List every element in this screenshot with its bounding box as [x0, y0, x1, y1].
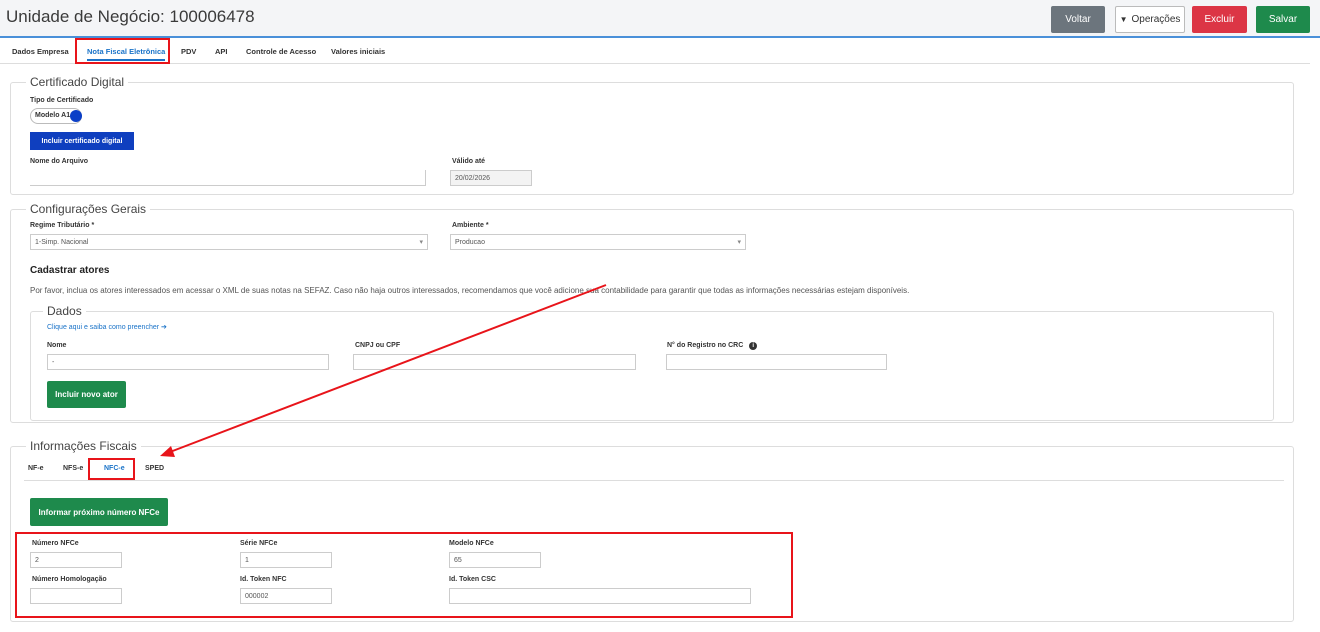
page-title: Unidade de Negócio: 100006478	[6, 7, 255, 26]
help-link[interactable]: Clique aqui e saiba como preencher ➔	[47, 323, 167, 331]
main-tabs: Dados Empresa Nota Fiscal Eletrônica PDV…	[0, 40, 1310, 64]
tab-api[interactable]: API	[215, 47, 228, 56]
incluir-certificado-button[interactable]: Incluir certificado digital	[30, 132, 134, 150]
salvar-button[interactable]: Salvar	[1256, 6, 1310, 33]
regime-label: Regime Tributário *	[30, 222, 95, 229]
tab-valores-iniciais[interactable]: Valores iniciais	[331, 47, 385, 56]
chevron-down-icon: ▾	[737, 239, 741, 246]
nome-arquivo-label: Nome do Arquivo	[30, 158, 89, 165]
config-legend: Configurações Gerais	[26, 202, 151, 216]
nome-arquivo-input[interactable]	[30, 170, 426, 186]
tipo-certificado-value: Modelo A1	[35, 112, 71, 119]
subtab-sped[interactable]: SPED	[145, 465, 164, 472]
tab-dados-empresa[interactable]: Dados Empresa	[12, 47, 69, 56]
tipo-certificado-label: Tipo de Certificado	[30, 97, 94, 104]
crc-label: N° do Registro no CRC i	[667, 342, 758, 350]
regime-select[interactable]: 1-Simp. Nacional ▾	[30, 234, 428, 250]
annotation-box-subtab	[88, 458, 135, 480]
help-link-text: Clique aqui e saiba como preencher	[47, 324, 160, 331]
operacoes-dropdown[interactable]: ▼ Operações	[1115, 6, 1185, 33]
valido-ate-label: Válido até	[452, 158, 486, 165]
ambiente-value: Producao	[455, 239, 485, 246]
ambiente-label: Ambiente *	[452, 222, 489, 229]
chevron-down-icon: ▾	[419, 239, 423, 246]
subtab-nfe[interactable]: NF-e	[28, 465, 44, 472]
annotation-box-tab	[75, 38, 170, 64]
annotation-box-fields	[15, 532, 793, 618]
certificado-legend: Certificado Digital	[26, 75, 129, 89]
tipo-certificado-toggle[interactable]: Modelo A1	[30, 108, 82, 124]
voltar-button[interactable]: Voltar	[1051, 6, 1105, 33]
valido-ate-input[interactable]: 20/02/2026	[450, 170, 532, 186]
operacoes-label: Operações	[1131, 14, 1181, 25]
ator-nome-label: Nome	[47, 342, 67, 349]
subtab-nfse[interactable]: NFS-e	[63, 465, 83, 472]
tab-controle-acesso[interactable]: Controle de Acesso	[246, 47, 316, 56]
toggle-knob	[70, 110, 82, 122]
dados-legend: Dados	[43, 304, 86, 318]
fiscais-legend: Informações Fiscais	[26, 439, 141, 453]
incluir-ator-button[interactable]: Incluir novo ator	[47, 381, 126, 408]
subtab-divider	[24, 480, 1284, 481]
atores-description: Por favor, inclua os atores interessados…	[30, 286, 910, 295]
informar-proximo-button[interactable]: Informar próximo número NFCe	[30, 498, 168, 526]
regime-value: 1-Simp. Nacional	[35, 239, 89, 246]
ator-nome-input[interactable]: -	[47, 354, 329, 370]
cadastrar-atores-title: Cadastrar atores	[30, 265, 110, 276]
cnpj-input[interactable]	[353, 354, 636, 370]
tab-pdv[interactable]: PDV	[181, 47, 196, 56]
crc-input[interactable]	[666, 354, 887, 370]
chevron-down-icon: ▼	[1119, 15, 1128, 24]
info-icon[interactable]: i	[749, 342, 758, 350]
crc-label-text: N° do Registro no CRC	[667, 342, 744, 349]
header-bar: Unidade de Negócio: 100006478 Voltar ▼ O…	[0, 0, 1320, 38]
excluir-button[interactable]: Excluir	[1192, 6, 1247, 33]
cnpj-label: CNPJ ou CPF	[355, 342, 401, 349]
ambiente-select[interactable]: Producao ▾	[450, 234, 746, 250]
arrow-right-icon: ➔	[161, 324, 167, 331]
